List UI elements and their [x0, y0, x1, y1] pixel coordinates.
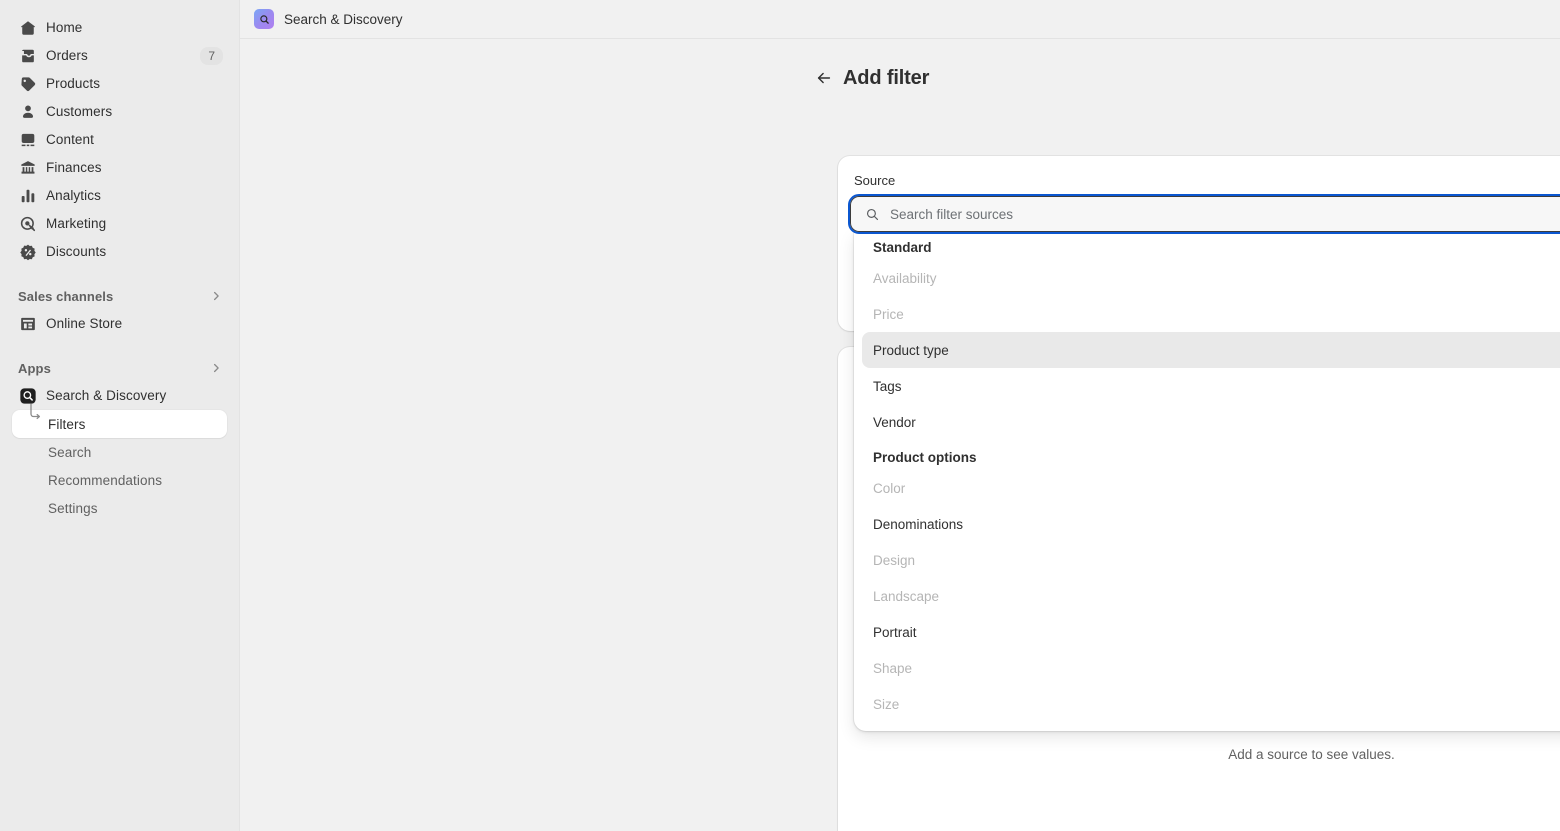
- chevron-right-icon[interactable]: [209, 289, 223, 303]
- source-search-input[interactable]: [890, 198, 1560, 230]
- dropdown-option-landscape: Landscape: [873, 588, 940, 604]
- dropdown-option-size: Size: [873, 696, 900, 712]
- sidebar-item-label: Products: [46, 76, 101, 91]
- dropdown-option-color: Color: [873, 480, 906, 496]
- sidebar-item-marketing[interactable]: Marketing: [8, 210, 231, 238]
- dropdown-option-vendor[interactable]: Vendor: [862, 404, 1560, 440]
- page-header: Add filter: [817, 64, 930, 92]
- dropdown-option-tags[interactable]: Tags: [862, 368, 1560, 404]
- sidebar-section-apps[interactable]: Apps: [8, 354, 231, 382]
- dropdown-option-portrait[interactable]: Portrait: [862, 614, 1560, 650]
- sidebar-item-search-and-discovery[interactable]: Search & Discovery: [8, 382, 231, 410]
- finances-bank-icon: [18, 158, 38, 178]
- topbar-title: Search & Discovery: [284, 11, 403, 27]
- sidebar-item-label: Filters: [48, 416, 86, 432]
- dropdown-option-price: Price: [873, 306, 904, 322]
- sidebar-section-sales-channels[interactable]: Sales channels: [8, 282, 231, 310]
- page-content: Add filter Source Add a source to see va…: [240, 39, 1560, 831]
- sidebar-item-label: Settings: [48, 500, 98, 516]
- dropdown-group-title-product-options: Product options: [873, 450, 977, 465]
- search-discovery-app-icon: [18, 386, 38, 406]
- dropdown-option-denominations[interactable]: Denominations: [862, 506, 1560, 542]
- sidebar-item-analytics[interactable]: Analytics: [8, 182, 231, 210]
- products-tag-icon: [18, 74, 38, 94]
- sidebar-item-label: Analytics: [46, 188, 101, 203]
- dropdown-option-design: Design: [873, 552, 916, 568]
- orders-count-badge: 7: [200, 47, 223, 65]
- sidebar-section-label: Sales channels: [18, 288, 114, 304]
- sidebar-section-label: Apps: [18, 360, 51, 376]
- sidebar-item-label: Discounts: [46, 244, 107, 259]
- sidebar-item-label: Search & Discovery: [46, 388, 167, 403]
- dropdown-scroll-area[interactable]: Standard Availability Price Product type…: [854, 232, 1560, 731]
- source-search-combobox[interactable]: [848, 194, 1560, 234]
- chevron-right-icon[interactable]: [209, 361, 223, 375]
- sidebar-item-label: Home: [46, 20, 83, 35]
- dropdown-option-list: Standard Availability Price Product type…: [862, 232, 1560, 722]
- orders-icon: [18, 46, 38, 66]
- arrow-left-icon[interactable]: [810, 64, 838, 92]
- discounts-percent-icon: [18, 242, 38, 262]
- sidebar: Home Orders 7 Products Customers Content…: [0, 0, 240, 831]
- source-field-label: Source: [854, 173, 896, 188]
- sidebar-item-customers[interactable]: Customers: [8, 98, 231, 126]
- source-options-dropdown: Standard Availability Price Product type…: [854, 232, 1560, 731]
- customers-person-icon: [18, 102, 38, 122]
- sidebar-item-recommendations[interactable]: Recommendations: [12, 466, 227, 494]
- marketing-target-icon: [18, 214, 38, 234]
- sidebar-item-label: Recommendations: [48, 472, 163, 488]
- analytics-bars-icon: [18, 186, 38, 206]
- sidebar-item-search[interactable]: Search: [12, 438, 227, 466]
- app-topbar: Search & Discovery: [240, 0, 1560, 39]
- app-root: Home Orders 7 Products Customers Content…: [0, 0, 1560, 831]
- dropdown-option-shape: Shape: [873, 660, 913, 676]
- content-image-icon: [18, 130, 38, 150]
- main-area: Search & Discovery Add filter Source Add…: [240, 0, 1560, 831]
- sidebar-item-online-store[interactable]: Online Store: [8, 310, 231, 338]
- sidebar-item-label: Customers: [46, 104, 113, 119]
- search-icon: [865, 207, 880, 222]
- sidebar-item-label: Marketing: [46, 216, 107, 231]
- values-empty-text: Add a source to see values.: [1228, 747, 1395, 762]
- page-title: Add filter: [843, 66, 930, 89]
- sidebar-item-finances[interactable]: Finances: [8, 154, 231, 182]
- sidebar-item-home[interactable]: Home: [8, 14, 231, 42]
- online-store-icon: [18, 314, 38, 334]
- sidebar-item-content[interactable]: Content: [8, 126, 231, 154]
- sidebar-item-discounts[interactable]: Discounts: [8, 238, 231, 266]
- search-discovery-app-icon: [254, 9, 274, 29]
- sidebar-item-orders[interactable]: Orders 7: [8, 42, 231, 70]
- sidebar-item-label: Content: [46, 132, 94, 147]
- sidebar-item-label: Online Store: [46, 316, 123, 331]
- sidebar-item-products[interactable]: Products: [8, 70, 231, 98]
- home-icon: [18, 18, 38, 38]
- sidebar-item-label: Orders: [46, 48, 88, 63]
- sidebar-item-filters[interactable]: Filters: [12, 403, 227, 438]
- sidebar-item-label: Search: [48, 444, 92, 460]
- dropdown-option-availability: Availability: [873, 270, 937, 286]
- dropdown-group-title-standard: Standard: [873, 240, 932, 255]
- sidebar-item-settings[interactable]: Settings: [12, 494, 227, 522]
- dropdown-option-product-type[interactable]: Product type: [862, 332, 1560, 368]
- sidebar-item-label: Finances: [46, 160, 102, 175]
